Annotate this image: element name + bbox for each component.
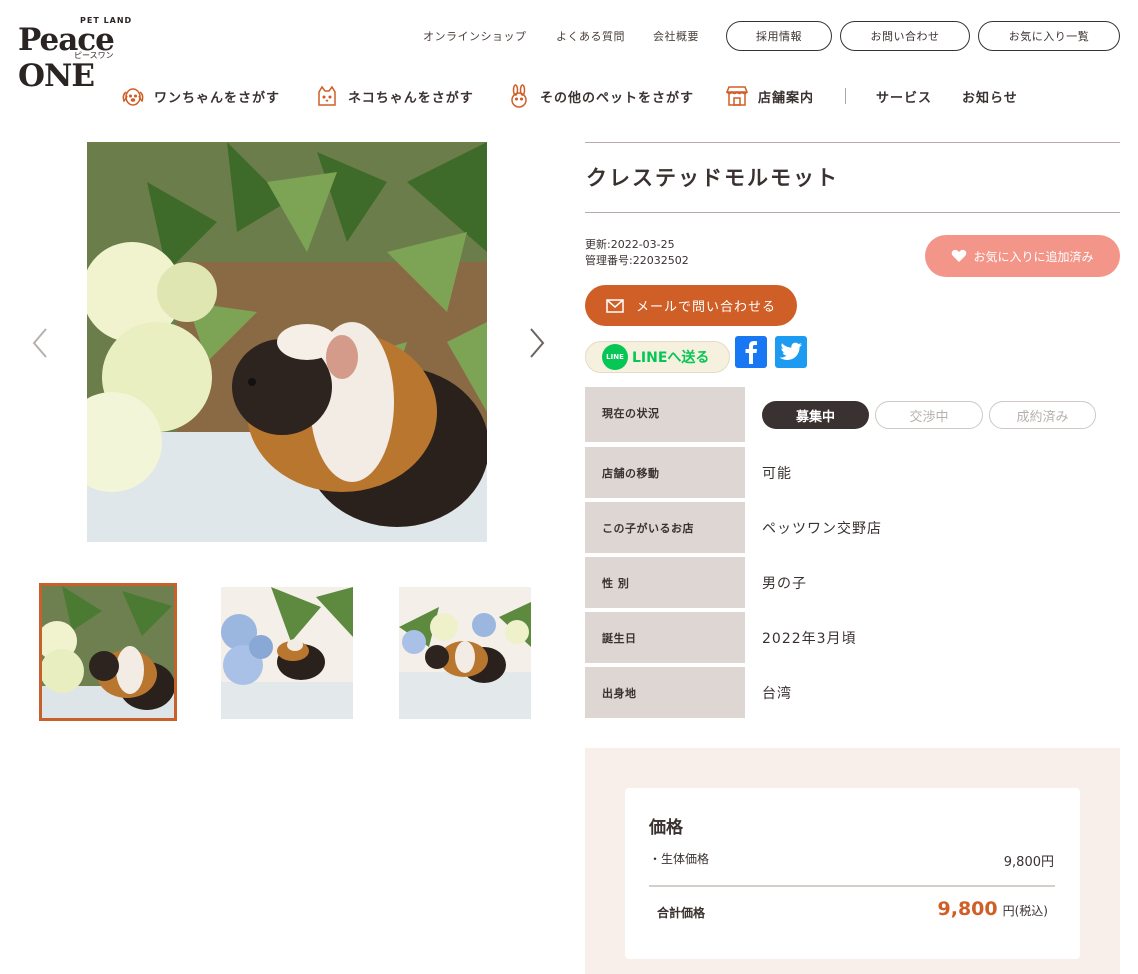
total-price-value: 9,800 [937,898,998,920]
base-price-label: ・生体価格 [649,852,710,866]
nav-cats[interactable]: ネコちゃんをさがす [314,82,474,110]
store-move-value: 可能 [762,466,792,482]
nav-other-pets-label: その他のペットをさがす [540,90,695,106]
nav-stores[interactable]: 店舗案内 [724,82,814,110]
line-share-button[interactable]: LINE LINEへ送る [585,341,730,373]
company-link[interactable]: 会社概要 [653,28,699,44]
store-label: この子がいるお店 [585,502,745,553]
mail-inquiry-button[interactable]: メールで問い合わせる [585,285,797,326]
chevron-right-icon[interactable] [521,326,551,360]
gender-value: 男の子 [762,576,807,592]
price-card: 価格 ・生体価格 9,800円 合計価格 9,800 円(税込) [625,788,1080,959]
updated-date: 更新:2022-03-25 [585,238,675,251]
mail-icon [606,298,624,313]
online-shop-link[interactable]: オンラインショップ [423,28,527,44]
contact-button[interactable]: お問い合わせ [840,21,970,51]
birthday-value: 2022年3月頃 [762,631,857,647]
price-divider [649,885,1055,887]
store-move-label: 店舗の移動 [585,447,745,498]
line-icon: LINE [602,344,628,370]
title-top-rule [585,142,1120,143]
logo-kana: ピースワン [74,51,114,60]
line-share-label: LINEへ送る [632,350,710,366]
nav-services[interactable]: サービス [876,82,932,110]
favorites-list-button[interactable]: お気に入り一覧 [978,21,1120,51]
product-title: クレステッドモルモット [586,166,839,190]
facebook-icon[interactable] [735,336,767,368]
birthday-label: 誕生日 [585,612,745,663]
base-price-value: 9,800円 [1003,855,1054,870]
favorite-label: お気に入りに追加済み [973,249,1094,264]
total-price: 9,800 円(税込) [938,898,1048,920]
gender-label: 性 別 [585,557,745,608]
thumbnail-3[interactable] [399,587,531,719]
favorite-button[interactable]: お気に入りに追加済み [925,235,1120,277]
store-value: ペッツワン交野店 [762,521,882,537]
dog-icon [122,88,144,106]
origin-label: 出身地 [585,667,745,718]
shop-icon [725,86,749,106]
status-label: 現在の状況 [585,387,745,442]
nav-stores-label: 店舗案内 [758,90,815,106]
mail-inquiry-label: メールで問い合わせる [635,300,776,315]
recruit-button[interactable]: 採用情報 [726,21,832,51]
nav-divider [845,88,846,104]
nav-cats-label: ネコちゃんをさがす [348,90,474,106]
main-pet-photo [87,142,487,542]
management-number: 管理番号:22032502 [585,254,689,267]
site-logo[interactable]: PET LAND Peace ONE ピースワン [18,16,186,94]
title-bottom-rule [585,212,1120,213]
nav-other-pets[interactable]: その他のペットをさがす [506,82,694,110]
status-recruiting: 募集中 [762,401,869,429]
total-price-label: 合計価格 [657,906,706,920]
rabbit-icon [511,84,527,108]
thumbnail-1[interactable] [39,583,177,721]
price-heading: 価格 [649,818,683,838]
status-contracted: 成約済み [989,401,1096,429]
total-price-unit: 円(税込) [1002,904,1048,918]
nav-dogs[interactable]: ワンちゃんをさがす [120,82,280,110]
nav-news[interactable]: お知らせ [962,82,1018,110]
status-negotiating: 交渉中 [875,401,983,429]
heart-icon [952,249,967,262]
faq-link[interactable]: よくある質問 [556,28,625,44]
cat-icon [318,85,336,106]
twitter-icon[interactable] [775,336,807,368]
origin-value: 台湾 [762,686,792,702]
thumbnail-2[interactable] [221,587,353,719]
chevron-left-icon[interactable] [26,326,56,360]
nav-dogs-label: ワンちゃんをさがす [154,90,281,106]
